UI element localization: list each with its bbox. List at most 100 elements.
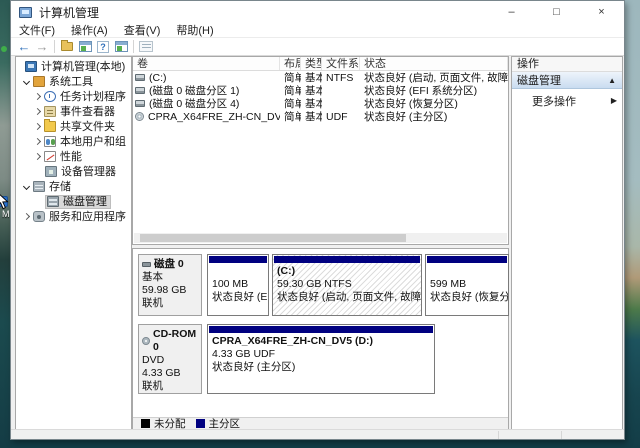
horizontal-scrollbar[interactable]	[134, 233, 507, 243]
column-header-status[interactable]: 状态	[360, 57, 508, 70]
help-icon: ?	[97, 41, 109, 53]
partition-dvd[interactable]: CPRA_X64FRE_ZH-CN_DV5 (D:) 4.33 GB UDF 状…	[207, 324, 435, 394]
column-header-layout[interactable]: 布局	[280, 57, 301, 70]
forward-button[interactable]: →	[33, 39, 51, 55]
action-pane-icon	[115, 41, 128, 52]
volume-icon	[135, 87, 145, 94]
actions-title: 操作	[512, 57, 622, 72]
tree-item-storage[interactable]: 存储	[16, 179, 131, 194]
cd-volume-icon	[135, 112, 144, 121]
partition-title	[430, 265, 508, 278]
chevron-right-icon[interactable]	[23, 213, 30, 220]
column-header-volume[interactable]: 卷	[133, 57, 280, 70]
wallpaper-detail	[1, 46, 7, 52]
disk-0-partitions: 100 MB 状态良好 (EFI 系 (C:) 59.30 GB NTFS 状态…	[207, 254, 509, 316]
volume-filesystem: UDF	[322, 111, 360, 123]
partition-size: 4.33 GB UDF	[212, 348, 434, 361]
properties-icon	[139, 41, 153, 52]
chevron-right-icon[interactable]	[34, 153, 41, 160]
column-header-filesystem[interactable]: 文件系统	[322, 57, 360, 70]
tree-item-label: 性能	[60, 150, 82, 164]
more-actions-item[interactable]: 更多操作 ▶	[512, 92, 622, 109]
partition-type-bar	[209, 256, 267, 263]
volume-filesystem: NTFS	[322, 72, 360, 84]
partition-size: 59.30 GB NTFS	[277, 278, 421, 291]
statusbar-separator	[561, 431, 562, 439]
disk-state: 联机	[142, 380, 199, 393]
maximize-button[interactable]: □	[534, 1, 579, 23]
cdrom-0-partitions: CPRA_X64FRE_ZH-CN_DV5 (D:) 4.33 GB UDF 状…	[207, 324, 435, 394]
selected-tree-item[interactable]: 磁盘管理	[45, 195, 111, 209]
tree-item-local-users[interactable]: 本地用户和组	[16, 134, 131, 149]
chevron-right-icon[interactable]	[34, 93, 41, 100]
tree-item-event-viewer[interactable]: 事件查看器	[16, 104, 131, 119]
close-button[interactable]: ×	[579, 1, 624, 23]
menu-action[interactable]: 操作(A)	[63, 22, 116, 38]
chevron-right-icon[interactable]	[34, 138, 41, 145]
menu-file[interactable]: 文件(F)	[11, 22, 63, 38]
disk-kind: DVD	[142, 354, 199, 367]
disk-0-row: 磁盘 0 基本 59.98 GB 联机 100 MB 状态良好 (EFI 系	[138, 254, 509, 316]
disk-0-label[interactable]: 磁盘 0 基本 59.98 GB 联机	[138, 254, 202, 316]
up-level-button[interactable]	[58, 39, 76, 55]
disk-name: 磁盘 0	[154, 258, 184, 271]
volume-row[interactable]: CPRA_X64FRE_ZH-CN_DV5 (D:) 简单 基本 UDF 状态良…	[133, 110, 508, 123]
toolbar-separator	[133, 40, 134, 53]
cdrom-0-label[interactable]: CD-ROM 0 DVD 4.33 GB 联机	[138, 324, 202, 394]
title-bar[interactable]: 计算机管理 – □ ×	[11, 1, 624, 23]
toolbar: ← → ?	[11, 38, 624, 56]
minimize-button[interactable]: –	[489, 1, 534, 23]
partition-efi[interactable]: 100 MB 状态良好 (EFI 系	[207, 254, 269, 316]
console-tree-button[interactable]	[76, 39, 94, 55]
chevron-right-icon[interactable]	[34, 123, 41, 130]
scrollbar-thumb[interactable]	[140, 234, 406, 242]
device-manager-icon	[45, 166, 57, 177]
actions-group-disk-management[interactable]: 磁盘管理 ▲	[512, 72, 622, 89]
console-tree-icon	[79, 41, 92, 52]
tree-item-shared-folders[interactable]: 共享文件夹	[16, 119, 131, 134]
cdrom-0-row: CD-ROM 0 DVD 4.33 GB 联机 CPRA_X64FRE_ZH-C…	[138, 324, 435, 394]
tree-item-task-scheduler[interactable]: 任务计划程序	[16, 89, 131, 104]
toolbar-separator	[54, 40, 55, 53]
chevron-down-icon[interactable]	[23, 183, 30, 190]
menu-help[interactable]: 帮助(H)	[168, 22, 221, 38]
caption-buttons: – □ ×	[489, 1, 624, 23]
partition-recovery[interactable]: 599 MB 状态良好 (恢复分区)	[425, 254, 509, 316]
tree-item-system-tools[interactable]: 系统工具	[16, 74, 131, 89]
help-button[interactable]: ?	[94, 39, 112, 55]
chevron-right-icon[interactable]	[34, 108, 41, 115]
event-viewer-icon	[44, 106, 56, 117]
tree-item-label: 事件查看器	[60, 105, 115, 119]
cd-rom-icon	[142, 337, 150, 345]
partition-c[interactable]: (C:) 59.30 GB NTFS 状态良好 (启动, 页面文件, 故障转储,…	[272, 254, 422, 316]
partition-size: 100 MB	[212, 278, 268, 291]
partition-type-bar	[209, 326, 433, 333]
status-bar	[11, 429, 624, 439]
action-pane-button[interactable]	[112, 39, 130, 55]
properties-button[interactable]	[137, 39, 155, 55]
volume-list-pane: 卷 布局 类型 文件系统 状态 (C:) 简单 基本 NTFS 状态良好 (启动…	[132, 56, 509, 245]
partition-legend: 未分配 主分区	[133, 417, 508, 429]
tree-item-label: 计算机管理(本地)	[41, 60, 125, 74]
volume-status: 状态良好 (主分区)	[360, 109, 508, 124]
collapse-icon[interactable]: ▲	[608, 76, 616, 85]
menu-view[interactable]: 查看(V)	[116, 22, 169, 38]
tree-item-label: 存储	[49, 180, 71, 194]
tree-item-label: 共享文件夹	[60, 120, 115, 134]
tree-item-disk-management[interactable]: 磁盘管理	[16, 194, 131, 209]
tree-item-services-applications[interactable]: 服务和应用程序	[16, 209, 131, 224]
column-header-type[interactable]: 类型	[301, 57, 322, 70]
tree-item-device-manager[interactable]: 设备管理器	[16, 164, 131, 179]
back-button[interactable]: ←	[15, 39, 33, 55]
folder-up-icon	[61, 42, 73, 51]
tree-item-computer-management[interactable]: 计算机管理(本地)	[16, 59, 131, 74]
volume-layout: 简单	[280, 109, 301, 124]
disk-graphical-pane: 磁盘 0 基本 59.98 GB 联机 100 MB 状态良好 (EFI 系	[132, 248, 509, 430]
computer-icon	[25, 61, 37, 72]
volume-type: 基本	[301, 109, 322, 124]
chevron-down-icon[interactable]	[23, 78, 30, 85]
tree-item-performance[interactable]: 性能	[16, 149, 131, 164]
partition-size: 599 MB	[430, 278, 508, 291]
local-users-icon	[44, 136, 56, 147]
task-scheduler-icon	[44, 91, 56, 102]
